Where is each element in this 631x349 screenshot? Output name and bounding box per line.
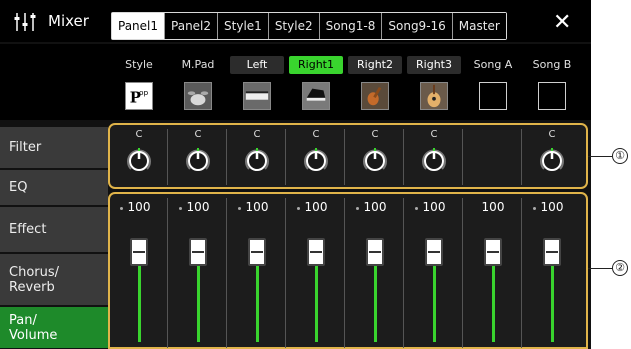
filter-panel: CCCCCCC — [108, 123, 588, 189]
channel-label-right3[interactable]: Right3 — [407, 56, 461, 74]
volume-fader[interactable] — [543, 238, 561, 266]
pan-value-label: C — [371, 129, 379, 140]
pan-value-label: C — [194, 129, 202, 140]
pan-value-label: C — [548, 129, 556, 140]
volume-value: 100 — [481, 200, 505, 214]
column-divider — [344, 129, 345, 185]
volume-fader[interactable] — [189, 238, 207, 266]
column-divider — [167, 198, 168, 348]
pan-value-label: C — [253, 129, 261, 140]
drum-kit-icon[interactable] — [184, 82, 212, 110]
column-divider — [344, 198, 345, 348]
callout-line-1 — [588, 156, 612, 157]
callout-2: ② — [612, 260, 628, 276]
pan-knob[interactable] — [420, 147, 448, 175]
channel-label-style[interactable]: Style — [112, 56, 166, 74]
channel-label-right2[interactable]: Right2 — [348, 56, 402, 74]
pop-style-icon[interactable]: Pop — [125, 82, 153, 110]
volume-indicator-dot — [533, 207, 536, 210]
tab-style2[interactable]: Style2 — [268, 13, 320, 39]
column-divider — [403, 129, 404, 185]
column-divider — [167, 129, 168, 185]
column-divider — [226, 198, 227, 348]
empty-voice-icon[interactable] — [479, 82, 507, 110]
volume-fader[interactable] — [248, 238, 266, 266]
channel-label-song-b[interactable]: Song B — [525, 56, 579, 74]
volume-indicator-dot — [297, 207, 300, 210]
channel-label-m-pad[interactable]: M.Pad — [171, 56, 225, 74]
column-divider — [403, 198, 404, 348]
column-divider — [285, 129, 286, 185]
volume-indicator-dot — [120, 207, 123, 210]
channel-label-left[interactable]: Left — [230, 56, 284, 74]
volume-fader[interactable] — [130, 238, 148, 266]
volume-fader[interactable] — [425, 238, 443, 266]
sidebar-item-filter[interactable]: Filter — [0, 127, 108, 169]
keyboard-icon[interactable] — [243, 82, 271, 110]
channel-label-song-a[interactable]: Song A — [466, 56, 520, 74]
grand-piano-icon[interactable] — [302, 82, 330, 110]
callout-line-2 — [588, 268, 612, 269]
empty-voice-icon[interactable] — [538, 82, 566, 110]
pan-value-label: C — [135, 129, 143, 140]
volume-fader[interactable] — [366, 238, 384, 266]
column-divider — [521, 129, 522, 185]
pan-knob[interactable] — [184, 147, 212, 175]
pan-knob[interactable] — [538, 147, 566, 175]
svg-text:op: op — [139, 88, 149, 97]
tab-master[interactable]: Master — [452, 13, 506, 39]
tab-panel2[interactable]: Panel2 — [165, 13, 219, 39]
sidebar-item-effect[interactable]: Effect — [0, 207, 108, 253]
volume-indicator-dot — [415, 207, 418, 210]
channel-header: Style Pop M.Pad Left Right1 Right2 Right3 Song … — [108, 44, 591, 120]
header-bar: Mixer Panel1 Panel2 Style1 Style2 Song1-8 Son… — [0, 0, 591, 42]
pan-value-label: C — [312, 129, 320, 140]
acoustic-guitar-icon[interactable] — [420, 82, 448, 110]
column-divider — [462, 129, 463, 185]
violin-icon[interactable] — [361, 82, 389, 110]
sidebar-item-chorus-reverb[interactable]: Chorus/ Reverb — [0, 254, 108, 306]
tab-bar: Panel1 Panel2 Style1 Style2 Song1-8 Song9-16 M… — [111, 12, 507, 40]
tab-song9-16[interactable]: Song9-16 — [382, 13, 453, 39]
pan-knob[interactable] — [125, 147, 153, 175]
column-divider — [226, 129, 227, 185]
mixer-sliders-icon — [14, 13, 36, 31]
close-icon[interactable]: ✕ — [553, 12, 571, 34]
volume-indicator-dot — [356, 207, 359, 210]
header-spacer — [0, 44, 108, 120]
volume-indicator-dot — [179, 207, 182, 210]
sidebar-item-pan-volume[interactable]: Pan/ Volume — [0, 307, 108, 349]
column-divider — [462, 198, 463, 348]
pan-volume-panel: 100 100 100 100 100 100 100 100 — [108, 192, 588, 349]
sidebar-item-eq[interactable]: EQ — [0, 170, 108, 206]
volume-fader[interactable] — [307, 238, 325, 266]
tab-panel1[interactable]: Panel1 — [112, 13, 166, 39]
volume-fader[interactable] — [484, 238, 502, 266]
page-title: Mixer — [48, 12, 89, 30]
pan-knob[interactable] — [302, 147, 330, 175]
pan-knob[interactable] — [243, 147, 271, 175]
tab-style1[interactable]: Style1 — [218, 13, 269, 39]
column-divider — [521, 198, 522, 348]
pan-knob[interactable] — [361, 147, 389, 175]
tab-song1-8[interactable]: Song1-8 — [319, 13, 383, 39]
volume-indicator-dot — [238, 207, 241, 210]
callout-1: ① — [612, 148, 628, 164]
pan-value-label: C — [430, 129, 438, 140]
mixer-screen: Mixer Panel1 Panel2 Style1 Style2 Song1-8 Son… — [0, 0, 591, 349]
column-divider — [285, 198, 286, 348]
channel-label-right1[interactable]: Right1 — [289, 56, 343, 74]
